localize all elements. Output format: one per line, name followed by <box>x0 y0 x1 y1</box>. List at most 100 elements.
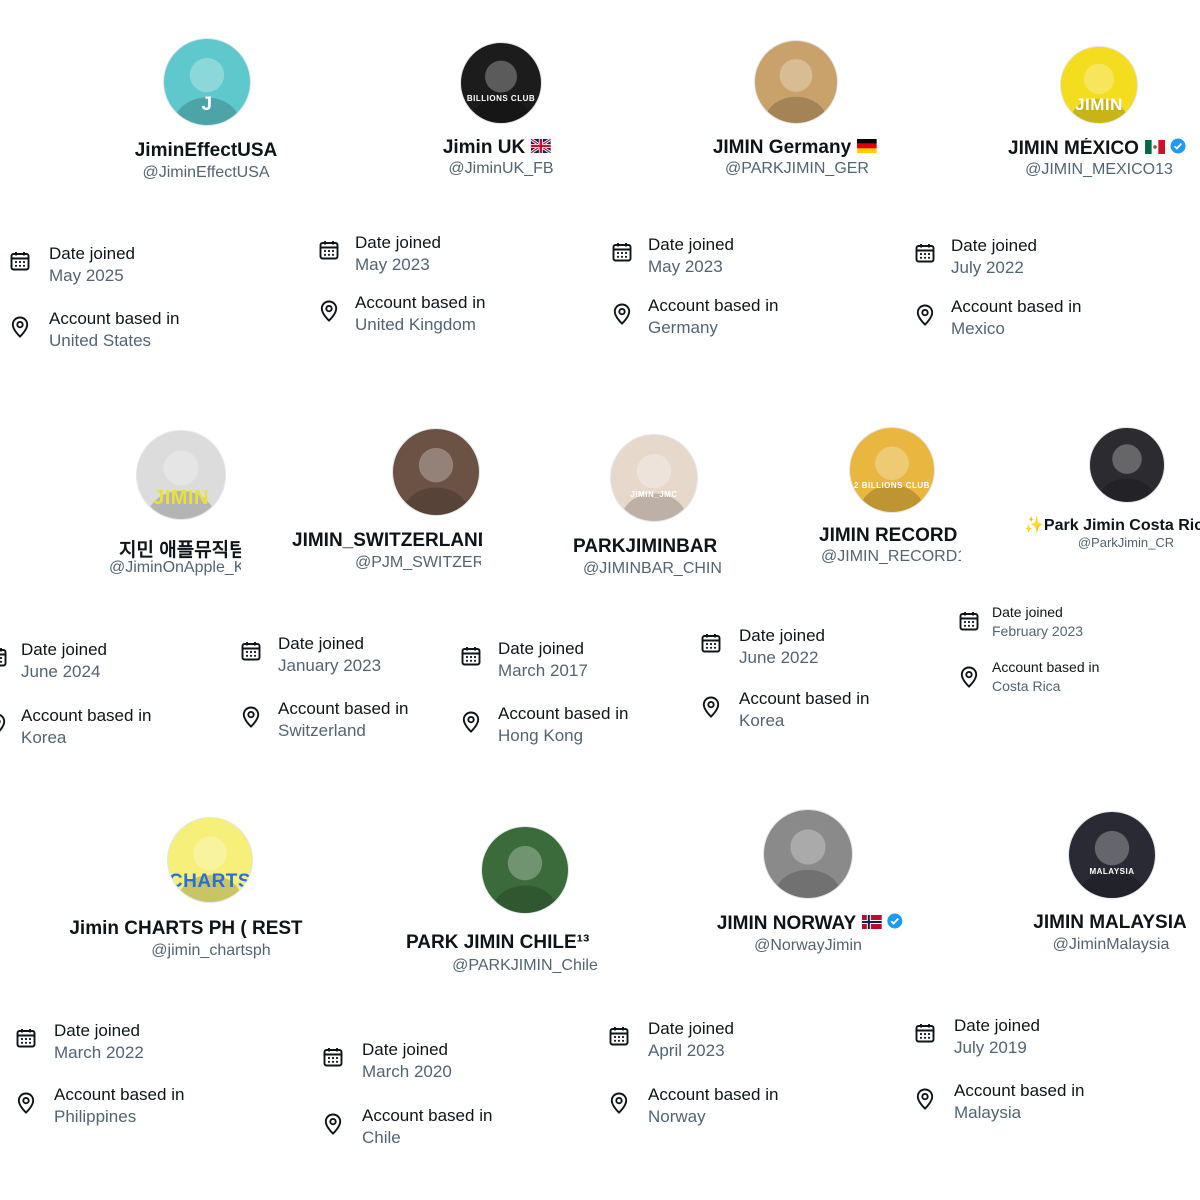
account-based-in-value: Chile <box>362 1128 401 1147</box>
account-based-in-label: Account based in <box>21 706 152 725</box>
calendar-icon <box>9 250 31 277</box>
account-based-in-label: Account based in <box>278 699 409 718</box>
account-based-in-label: Account based in <box>49 309 180 328</box>
avatar[interactable] <box>754 40 838 124</box>
account-based-in-value: Philippines <box>54 1107 137 1126</box>
account-based-in-value: Germany <box>648 318 718 337</box>
display-name[interactable]: JIMIN MALAYSIA <box>1033 912 1186 934</box>
display-name[interactable]: ✨Park Jimin Costa Rica <box>1024 515 1200 535</box>
calendar-icon <box>700 632 722 659</box>
account-based-in-value: Costa Rica <box>992 678 1061 694</box>
handle[interactable]: @JIMINBAR_CHINA <box>583 560 721 578</box>
display-name[interactable]: JIMIN_SWITZERLAND <box>292 530 482 552</box>
location-pin-icon <box>15 1091 37 1120</box>
display-name[interactable]: PARKJIMINBAR <box>573 536 717 558</box>
location-pin-icon <box>914 1087 936 1116</box>
account-based-in-label: Account based in <box>498 704 629 723</box>
handle[interactable]: @PARKJIMIN_GER <box>725 160 869 178</box>
avatar[interactable]: JIMIN <box>1060 46 1138 124</box>
date-joined-value: March 2017 <box>498 661 588 680</box>
calendar-icon <box>460 645 482 672</box>
display-name[interactable]: JIMIN Germany <box>712 137 878 159</box>
date-joined-label: Date joined <box>648 1019 735 1038</box>
location-pin-icon <box>240 705 262 734</box>
date-joined-value: February 2023 <box>992 623 1084 639</box>
avatar[interactable]: MALAYSIA <box>1068 811 1156 899</box>
display-name-text: JIMIN_SWITZERLAND <box>292 530 482 551</box>
account-based-in-label: Account based in <box>54 1085 185 1104</box>
united-kingdom-flag-icon <box>530 137 552 159</box>
germany-flag-icon <box>857 137 878 159</box>
avatar[interactable] <box>763 809 853 899</box>
date-joined-value: May 2025 <box>49 266 124 285</box>
avatar[interactable]: JIMIN <box>136 430 226 520</box>
date-joined-value: July 2022 <box>951 258 1024 277</box>
display-name[interactable]: JiminEffectUSA <box>135 140 278 162</box>
account-based-in-label: Account based in <box>951 297 1082 316</box>
date-joined-value: January 2023 <box>278 656 382 675</box>
handle[interactable]: @ParkJimin_CR <box>1078 535 1174 550</box>
account-based-in-value: Korea <box>21 728 67 747</box>
display-name-text: JIMIN Germany <box>712 137 852 159</box>
display-name[interactable]: 지민 애플뮤직팀 <box>119 535 241 562</box>
date-joined-value: June 2024 <box>21 662 101 681</box>
display-name-text: JIMIN RECORD <box>819 525 958 547</box>
display-name[interactable]: PARK JIMIN CHILE¹³ <box>406 932 589 954</box>
avatar[interactable]: CHARTS <box>167 817 253 903</box>
handle[interactable]: @jimin_chartsph <box>151 942 270 960</box>
avatar-text: JIMIN <box>1075 95 1123 115</box>
handle[interactable]: @JIMIN_RECORD13 <box>821 548 961 566</box>
avatar[interactable]: BILLIONS CLUB <box>460 42 542 124</box>
location-pin-icon <box>322 1112 344 1141</box>
date-joined-label: Date joined <box>739 626 826 645</box>
calendar-icon <box>608 1025 630 1052</box>
date-joined-label: Date joined <box>278 634 365 653</box>
handle[interactable]: @JiminOnApple_K <box>109 559 241 577</box>
norway-flag-icon <box>862 913 883 935</box>
display-name[interactable]: JIMIN NORWAY <box>717 913 903 935</box>
date-joined-label: Date joined <box>355 233 442 252</box>
date-joined-label: Date joined <box>992 604 1063 620</box>
date-joined-label: Date joined <box>951 236 1038 255</box>
avatar[interactable] <box>481 826 569 914</box>
display-name-text: PARK JIMIN CHILE¹³ <box>406 932 590 953</box>
calendar-icon <box>611 241 633 268</box>
account-based-in-label: Account based in <box>355 293 486 312</box>
avatar[interactable]: 2 BILLIONS CLUB <box>849 427 935 513</box>
date-joined-label: Date joined <box>362 1040 449 1059</box>
display-name[interactable]: JIMIN RECORD <box>819 525 961 547</box>
date-joined-value: March 2022 <box>54 1043 144 1062</box>
calendar-icon <box>240 640 262 667</box>
avatar[interactable]: JIMIN_JMC <box>610 434 698 522</box>
display-name-text: JIMIN MALAYSIA <box>1033 912 1187 933</box>
avatar[interactable]: J <box>163 38 251 126</box>
handle[interactable]: @PJM_SWITZERLAND <box>355 554 481 572</box>
account-based-in-label: Account based in <box>739 689 870 708</box>
avatar-text: CHARTS <box>168 871 252 893</box>
account-based-in-label: Account based in <box>362 1106 493 1125</box>
handle[interactable]: @JiminUK_FB <box>448 160 553 178</box>
location-pin-icon <box>700 695 722 724</box>
display-name-text: JIMIN MÉXICO <box>1008 138 1139 160</box>
handle[interactable]: @JiminEffectUSA <box>142 164 269 182</box>
display-name[interactable]: JIMIN MÉXICO <box>1008 138 1186 160</box>
location-pin-icon <box>958 665 980 694</box>
location-pin-icon <box>0 712 8 741</box>
calendar-icon <box>958 610 980 637</box>
handle[interactable]: @JiminMalaysia <box>1053 936 1170 954</box>
display-name[interactable]: Jimin CHARTS PH ( REST <box>69 918 302 940</box>
account-based-in-value: Switzerland <box>278 721 366 740</box>
display-name[interactable]: Jimin UK <box>443 137 552 159</box>
handle[interactable]: @JIMIN_MEXICO13 <box>1025 161 1173 179</box>
display-name-text: PARKJIMINBAR <box>573 536 718 557</box>
avatar[interactable] <box>1089 427 1165 503</box>
date-joined-value: June 2022 <box>739 648 819 667</box>
account-based-in-label: Account based in <box>648 296 779 315</box>
location-pin-icon <box>9 315 31 344</box>
handle[interactable]: @PARKJIMIN_Chile <box>452 957 598 975</box>
location-pin-icon <box>460 710 482 739</box>
account-based-in-label: Account based in <box>992 659 1100 675</box>
account-based-in-value: Hong Kong <box>498 726 584 745</box>
avatar[interactable] <box>392 428 480 516</box>
handle[interactable]: @NorwayJimin <box>754 937 862 955</box>
